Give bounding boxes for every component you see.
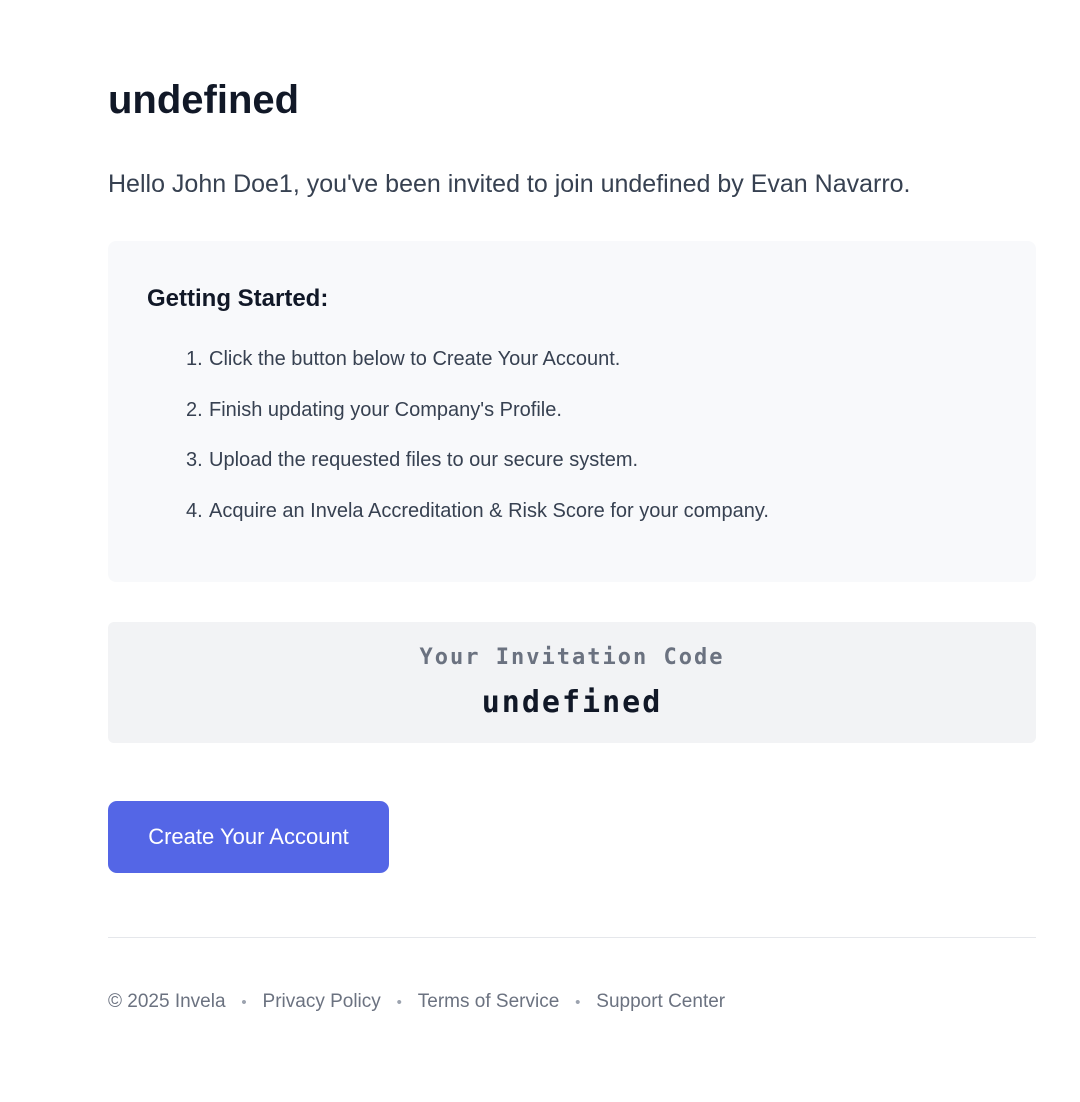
step-item: 4. Acquire an Invela Accreditation & Risk…	[186, 498, 769, 524]
create-account-button[interactable]: Create Your Account	[108, 801, 389, 873]
terms-of-service-link[interactable]: Terms of Service	[418, 991, 559, 1012]
step-item: 1. Click the button below to Create Your …	[186, 346, 620, 372]
step-text: Acquire an Invela Accreditation & Risk S…	[209, 500, 769, 522]
step-number: 3.	[186, 449, 203, 471]
page-title: undefined	[108, 78, 300, 122]
greeting-text: Hello John Doe1, you've been invited to …	[108, 170, 911, 198]
step-number: 4.	[186, 500, 203, 522]
bullet-separator: •	[241, 994, 247, 1011]
privacy-policy-link[interactable]: Privacy Policy	[263, 991, 381, 1012]
getting-started-panel: Getting Started: 1. Click the button belo…	[108, 241, 1036, 582]
step-number: 2.	[186, 399, 203, 421]
step-text: Click the button below to Create Your Ac…	[209, 348, 621, 370]
invitation-code-label: Your Invitation Code	[419, 645, 725, 670]
footer-divider	[108, 937, 1036, 938]
invitation-code-value: undefined	[481, 685, 663, 720]
getting-started-heading: Getting Started:	[147, 285, 329, 312]
invitation-code-panel: Your Invitation Code undefined	[108, 622, 1036, 743]
step-text: Upload the requested files to our secure…	[209, 449, 639, 471]
step-number: 1.	[186, 348, 203, 370]
support-center-link[interactable]: Support Center	[596, 991, 725, 1012]
step-text: Finish updating your Company's Profile.	[209, 399, 562, 421]
bullet-separator: •	[396, 994, 402, 1011]
step-item: 3. Upload the requested files to our secu…	[186, 447, 638, 473]
step-item: 2. Finish updating your Company's Profile…	[186, 397, 562, 423]
copyright-text: © 2025 Invela	[108, 991, 226, 1012]
footer: © 2025 Invela • Privacy Policy • Terms of Se…	[108, 990, 725, 1015]
bullet-separator: •	[575, 994, 581, 1011]
